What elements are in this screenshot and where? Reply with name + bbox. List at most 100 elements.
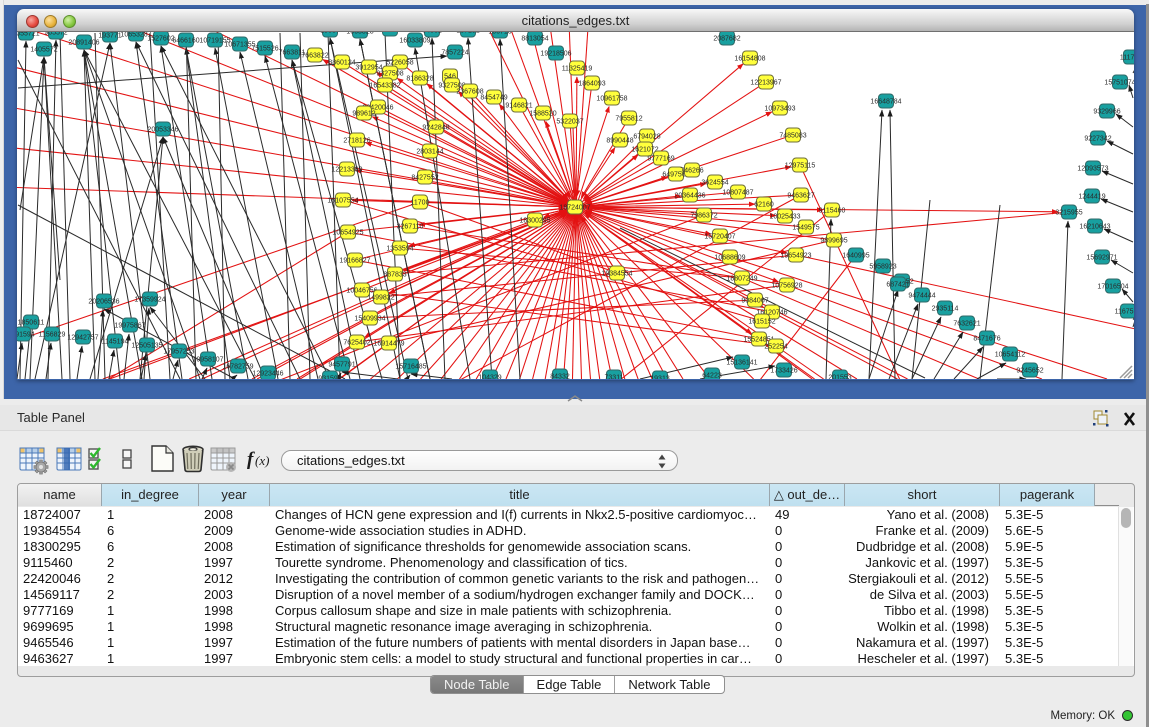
svg-text:152760: 152760: [378, 32, 401, 34]
svg-text:7485083: 7485083: [779, 133, 806, 140]
svg-text:16648784: 16648784: [870, 99, 901, 106]
svg-text:905572: 905572: [44, 32, 67, 37]
svg-text:19313: 19313: [650, 376, 670, 380]
svg-text:1733426: 1733426: [770, 368, 797, 375]
svg-text:15716485: 15716485: [395, 364, 426, 371]
svg-text:7986372: 7986372: [690, 213, 717, 220]
svg-text:20364436: 20364436: [674, 193, 705, 200]
svg-text:8186328: 8186328: [406, 76, 433, 83]
svg-text:1405572: 1405572: [30, 47, 57, 54]
svg-text:10046756: 10046756: [346, 288, 377, 295]
svg-text:104329: 104329: [478, 375, 501, 380]
svg-text:12942757: 12942757: [67, 335, 98, 342]
svg-text:16782759: 16782759: [222, 364, 253, 371]
svg-text:2803144: 2803144: [416, 149, 443, 156]
svg-text:16914479: 16914479: [373, 341, 404, 348]
svg-text:10756928: 10756928: [771, 283, 802, 290]
svg-text:12093573: 12093573: [1077, 166, 1108, 173]
svg-text:1156829: 1156829: [39, 332, 66, 339]
svg-text:20206536: 20206536: [88, 299, 119, 306]
svg-text:10688609: 10688609: [714, 255, 745, 262]
svg-text:10025433: 10025433: [769, 214, 800, 221]
svg-text:2087682: 2087682: [713, 36, 740, 43]
svg-text:1640995: 1640995: [842, 253, 869, 260]
svg-text:5226058: 5226058: [386, 60, 413, 67]
svg-text:1167531: 1167531: [1115, 309, 1134, 316]
svg-text:64223: 64223: [702, 373, 722, 380]
svg-text:106713: 106713: [488, 32, 511, 36]
svg-text:18724007: 18724007: [559, 205, 590, 212]
svg-text:7632621: 7632621: [953, 321, 980, 328]
svg-text:9227342: 9227342: [1084, 136, 1111, 143]
svg-text:10958107: 10958107: [192, 357, 223, 364]
svg-text:9084067: 9084067: [741, 298, 768, 305]
svg-text:687421: 687421: [886, 282, 909, 289]
svg-text:1244419: 1244419: [1078, 194, 1105, 201]
svg-text:746266: 746266: [680, 168, 703, 175]
svg-text:3215955: 3215955: [1055, 210, 1082, 217]
svg-text:252254: 252254: [764, 344, 787, 351]
svg-text:12213967: 12213967: [750, 80, 781, 87]
svg-text:1499822: 1499822: [367, 295, 394, 302]
svg-text:8471676: 8471676: [973, 336, 1000, 343]
svg-text:1145194: 1145194: [102, 339, 129, 346]
svg-text:9899695: 9899695: [820, 238, 847, 245]
svg-text:9115460: 9115460: [819, 208, 846, 215]
svg-text:15409934: 15409934: [354, 316, 385, 323]
svg-text:193771: 193771: [98, 33, 121, 40]
svg-text:15136141: 15136141: [726, 360, 757, 367]
svg-text:17957253: 17957253: [163, 349, 194, 356]
svg-text:989612: 989612: [352, 111, 375, 118]
svg-text:9474444: 9474444: [908, 293, 935, 300]
svg-text:9146821: 9146821: [505, 103, 532, 110]
svg-text:12213389: 12213389: [331, 167, 362, 174]
svg-text:8427552: 8427552: [411, 175, 438, 182]
svg-text:10654925: 10654925: [332, 230, 363, 237]
svg-text:18300295: 18300295: [519, 218, 550, 225]
svg-text:17359924: 17359924: [134, 297, 165, 304]
svg-text:19166827: 19166827: [339, 258, 370, 265]
svg-text:7955812: 7955812: [615, 116, 642, 123]
svg-text:7857224: 7857224: [441, 50, 468, 57]
svg-text:5958923: 5958923: [869, 264, 896, 271]
svg-text:16154808: 16154808: [734, 56, 765, 63]
svg-text:1065328: 1065328: [346, 32, 373, 36]
svg-text:8860124: 8860124: [328, 60, 355, 67]
svg-text:2718126: 2718126: [343, 138, 370, 145]
svg-text:391594: 391594: [17, 332, 35, 339]
svg-text:10807487: 10807487: [722, 190, 753, 197]
svg-text:10654112: 10654112: [995, 352, 1026, 359]
svg-text:6466160: 6466160: [172, 38, 199, 45]
svg-text:20891406: 20891406: [68, 40, 99, 47]
svg-text:2935114: 2935114: [932, 306, 959, 313]
svg-text:1353594: 1353594: [386, 246, 413, 253]
svg-text:7663822: 7663822: [301, 53, 328, 60]
svg-text:111752: 111752: [1120, 55, 1134, 62]
svg-text:9457791: 9457791: [328, 362, 355, 369]
svg-text:8990448: 8990448: [606, 138, 633, 145]
svg-text:8454749: 8454749: [480, 95, 507, 102]
svg-text:887833: 887833: [383, 272, 406, 279]
svg-text:19637: 19637: [320, 32, 340, 35]
svg-text:9327508: 9327508: [376, 71, 403, 78]
svg-text:15692971: 15692971: [1086, 255, 1117, 262]
svg-text:19218506: 19218506: [540, 51, 571, 58]
svg-text:3267110: 3267110: [397, 224, 424, 231]
svg-text:19384554: 19384554: [601, 271, 632, 278]
svg-text:931594: 931594: [318, 376, 341, 380]
svg-text:1864093: 1864093: [578, 81, 605, 88]
svg-text:7625402: 7625402: [343, 340, 370, 347]
svg-text:12505135: 12505135: [131, 343, 162, 350]
svg-text:17016504: 17016504: [1097, 284, 1128, 291]
svg-text:62160: 62160: [754, 202, 774, 209]
svg-text:16210643: 16210643: [1079, 224, 1110, 231]
svg-text:7515526: 7515526: [251, 46, 278, 53]
svg-text:1527602: 1527602: [147, 36, 174, 43]
svg-text:10961758: 10961758: [596, 96, 627, 103]
svg-text:9329966: 9329966: [1093, 109, 1120, 116]
svg-text:12975115: 12975115: [785, 163, 816, 170]
svg-text:18807249: 18807249: [726, 276, 757, 283]
svg-text:15720407: 15720407: [704, 234, 735, 241]
svg-text:6794028: 6794028: [633, 134, 660, 141]
svg-text:73311: 73311: [605, 375, 624, 380]
